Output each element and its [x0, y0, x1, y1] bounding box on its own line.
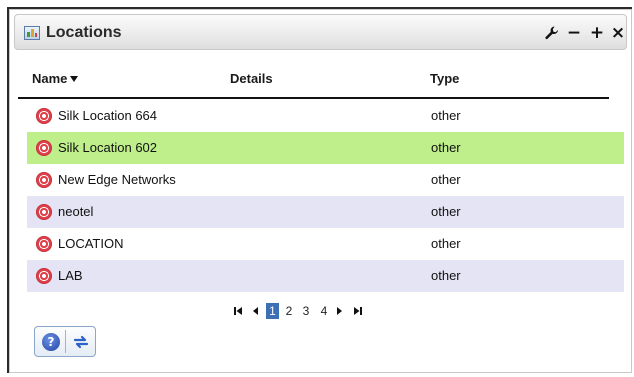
page-button-3[interactable]: 3: [301, 303, 311, 319]
page-button-2[interactable]: 2: [284, 303, 294, 319]
minus-icon[interactable]: −: [564, 22, 584, 44]
target-location-icon: [36, 172, 52, 188]
plus-icon[interactable]: +: [587, 22, 607, 44]
swap-arrows-icon[interactable]: [71, 332, 91, 352]
column-header-name-label: Name: [32, 71, 68, 86]
table-row[interactable]: neotel other: [27, 196, 624, 228]
row-type: other: [431, 236, 461, 251]
row-type: other: [431, 140, 461, 155]
column-header-name[interactable]: Name: [32, 71, 79, 86]
column-header-type[interactable]: Type: [430, 71, 459, 86]
target-location-icon: [36, 204, 52, 220]
footer-button-group: ?: [34, 326, 96, 357]
locations-table: Silk Location 664 other Silk Location 60…: [27, 100, 624, 292]
row-name: Silk Location 664: [58, 108, 158, 123]
target-location-icon: [36, 236, 52, 252]
close-icon[interactable]: ×: [608, 22, 628, 44]
button-divider: [65, 330, 66, 353]
wrench-icon[interactable]: [542, 22, 562, 44]
sort-desc-icon: [70, 75, 79, 82]
table-row-selected[interactable]: Silk Location 602 other: [27, 132, 624, 164]
prev-page-icon[interactable]: [250, 303, 260, 319]
page-button-1[interactable]: 1: [266, 303, 279, 319]
row-name: Silk Location 602: [58, 140, 158, 155]
locations-chart-icon: [24, 26, 40, 40]
table-row[interactable]: LAB other: [27, 260, 624, 292]
table-row[interactable]: Silk Location 664 other: [27, 100, 624, 132]
target-location-icon: [36, 268, 52, 284]
last-page-icon[interactable]: [352, 303, 364, 319]
row-type: other: [431, 268, 461, 283]
pagination: 1 2 3 4: [232, 303, 432, 319]
portlet-header: Locations − + ×: [14, 14, 627, 50]
row-type: other: [431, 204, 461, 219]
table-row[interactable]: LOCATION other: [27, 228, 624, 260]
table-row[interactable]: New Edge Networks other: [27, 164, 624, 196]
locations-portlet: Locations − + × Name Details Type Silk L…: [9, 9, 632, 373]
column-header-details[interactable]: Details: [230, 71, 273, 86]
next-page-icon[interactable]: [335, 303, 345, 319]
target-location-icon: [36, 140, 52, 156]
help-icon[interactable]: ?: [42, 333, 60, 351]
target-location-icon: [36, 108, 52, 124]
row-name: LAB: [58, 268, 83, 283]
page-button-4[interactable]: 4: [319, 303, 329, 319]
first-page-icon[interactable]: [232, 303, 244, 319]
header-divider: [18, 97, 609, 99]
portlet-title: Locations: [46, 24, 122, 41]
row-name: neotel: [58, 204, 94, 219]
row-name: LOCATION: [58, 236, 124, 251]
row-type: other: [431, 108, 461, 123]
row-name: New Edge Networks: [58, 172, 176, 187]
row-type: other: [431, 172, 461, 187]
